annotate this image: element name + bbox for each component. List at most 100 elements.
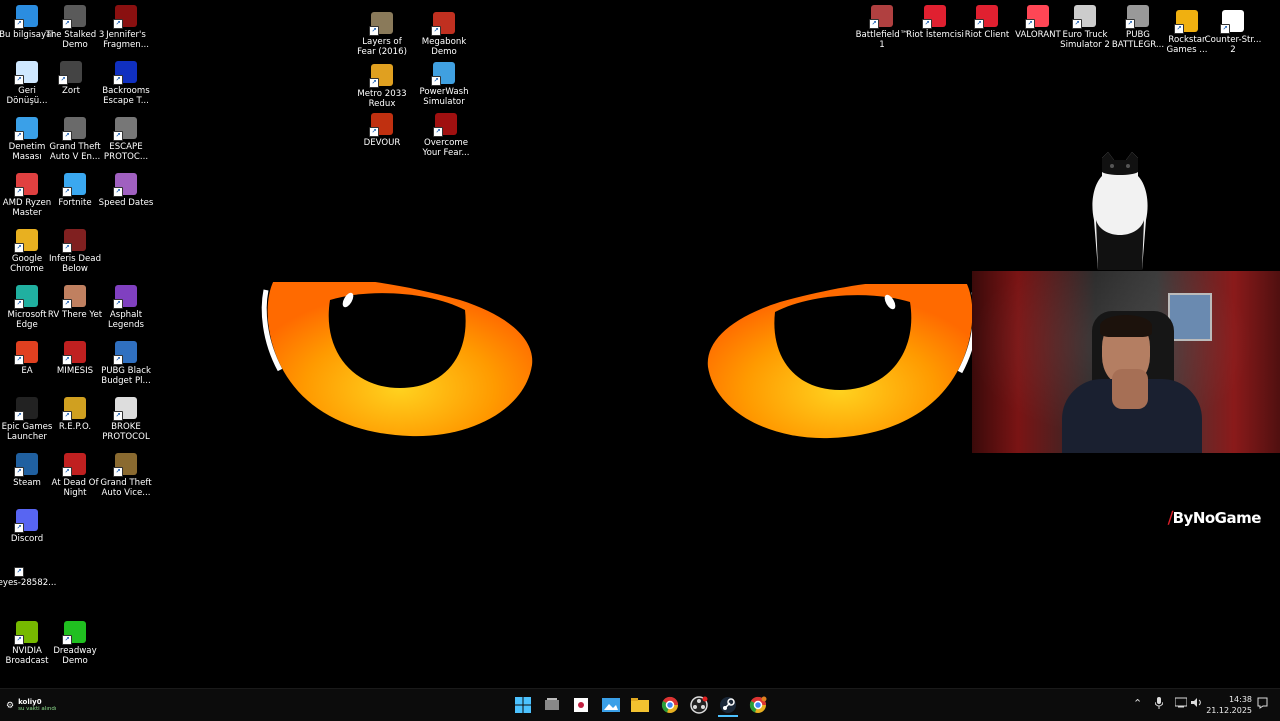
- start-button[interactable]: [513, 695, 533, 715]
- shortcut-arrow-icon: ↗: [869, 19, 879, 29]
- photos-icon: [602, 698, 620, 712]
- desktop-shortcut[interactable]: ↗ Dreadway Demo: [48, 621, 102, 666]
- desktop-shortcut-label: DEVOUR: [363, 138, 401, 148]
- desktop-shortcut[interactable]: ↗ eyes-28582...: [0, 553, 56, 588]
- game-icon: ↗: [62, 285, 86, 309]
- shortcut-arrow-icon: ↗: [431, 26, 441, 36]
- taskbar-app-photos[interactable]: [601, 695, 621, 715]
- shortcut-arrow-icon: ↗: [1174, 24, 1184, 34]
- desktop-shortcut[interactable]: ↗ AMD Ryzen Master: [0, 173, 54, 218]
- desktop-shortcut[interactable]: ↗ Grand Theft Auto V En...: [48, 117, 102, 162]
- desktop-shortcut[interactable]: ↗ At Dead Of Night: [48, 453, 102, 498]
- desktop-shortcut[interactable]: ↗ Microsoft Edge: [0, 285, 54, 330]
- shortcut-arrow-icon: ↗: [14, 299, 24, 309]
- streamer-widget: ⚙ koliy0 su vakti alındı: [6, 698, 56, 713]
- game-icon: ↗: [58, 61, 82, 85]
- game-icon: ↗: [431, 12, 455, 36]
- game-icon: ↗: [113, 173, 137, 197]
- desktop-shortcut[interactable]: ↗ Layers of Fear (2016): [355, 12, 409, 57]
- microphone-button[interactable]: [1154, 697, 1164, 712]
- notifications-button[interactable]: [1257, 697, 1268, 712]
- desktop-shortcut-label: Megabonk Demo: [421, 37, 467, 57]
- desktop-shortcut[interactable]: ↗ DEVOUR: [355, 113, 409, 148]
- desktop-shortcut-label: Overcome Your Fear...: [422, 138, 470, 158]
- shortcut-arrow-icon: ↗: [1072, 19, 1082, 29]
- monitor-icon: ↗: [14, 5, 38, 29]
- clock-date: 21.12.2025: [1206, 706, 1252, 715]
- taskbar-app-file-explorer[interactable]: [630, 695, 650, 715]
- desktop-shortcut[interactable]: ↗ Counter-Str... 2: [1204, 10, 1262, 55]
- show-hidden-icons-button[interactable]: ⌃: [1133, 697, 1142, 710]
- game-icon: ↗: [62, 397, 86, 421]
- desktop-shortcut[interactable]: ↗ R.E.P.O.: [48, 397, 102, 432]
- desktop-shortcut[interactable]: ↗ RV There Yet: [48, 285, 102, 320]
- image-file-icon: ↗: [14, 553, 38, 577]
- shortcut-arrow-icon: ↗: [62, 355, 72, 365]
- volume-button[interactable]: [1191, 697, 1203, 711]
- desktop-shortcut-label: Battlefield™ 1: [855, 30, 909, 50]
- desktop-shortcut-label: Inferis Dead Below: [48, 254, 102, 274]
- desktop-shortcut[interactable]: ↗ ESCAPE PROTOC...: [99, 117, 153, 162]
- bynogame-brand: ⧸ByNoGame: [1168, 509, 1261, 527]
- shortcut-arrow-icon: ↗: [14, 467, 24, 477]
- task-view-button[interactable]: [542, 695, 562, 715]
- system-clock[interactable]: 14:38 21.12.2025: [1206, 694, 1252, 716]
- desktop-shortcut[interactable]: ↗ Battlefield™ 1: [855, 5, 909, 50]
- network-button[interactable]: [1174, 697, 1188, 711]
- desktop-shortcut[interactable]: ↗ Zort: [44, 61, 98, 96]
- shortcut-arrow-icon: ↗: [113, 75, 123, 85]
- shortcut-arrow-icon: ↗: [62, 467, 72, 477]
- desktop-shortcut[interactable]: ↗ Euro Truck Simulator 2: [1058, 5, 1112, 50]
- shortcut-arrow-icon: ↗: [113, 355, 123, 365]
- desktop-shortcut[interactable]: ↗ BROKE PROTOCOL: [99, 397, 153, 442]
- game-icon: ↗: [369, 12, 393, 36]
- desktop-shortcut[interactable]: ↗ Speed Dates: [99, 173, 153, 208]
- shortcut-arrow-icon: ↗: [62, 411, 72, 421]
- shortcut-arrow-icon: ↗: [431, 76, 441, 86]
- game-icon: ↗: [369, 64, 393, 88]
- nvidia-icon: ↗: [14, 621, 38, 645]
- shortcut-arrow-icon: ↗: [922, 19, 932, 29]
- shortcut-arrow-icon: ↗: [14, 75, 24, 85]
- desktop-shortcut[interactable]: ↗ Backrooms Escape T...: [99, 61, 153, 106]
- desktop-shortcut[interactable]: ↗ Metro 2033 Redux: [355, 64, 409, 109]
- taskbar-app-obs[interactable]: [689, 695, 709, 715]
- shortcut-arrow-icon: ↗: [1125, 19, 1135, 29]
- desktop-shortcut-label: Dreadway Demo: [53, 646, 97, 666]
- desktop-shortcut[interactable]: ↗ Discord: [0, 509, 54, 544]
- user-dot-icon: ⚙: [6, 700, 15, 711]
- desktop-shortcut[interactable]: ↗ Overcome Your Fear...: [419, 113, 473, 158]
- game-icon: ↗: [113, 285, 137, 309]
- shortcut-arrow-icon: ↗: [369, 26, 379, 36]
- desktop-shortcut[interactable]: ↗ The Stalked 3 Demo: [46, 5, 104, 50]
- desktop-shortcut[interactable]: ↗ Fortnite: [48, 173, 102, 208]
- shortcut-arrow-icon: ↗: [433, 127, 443, 137]
- desktop-shortcut[interactable]: ↗ Riot Client: [960, 5, 1014, 40]
- desktop-shortcut[interactable]: ↗ Epic Games Launcher: [0, 397, 54, 442]
- desktop-shortcut[interactable]: ↗ Riot İstemcisi: [906, 5, 964, 40]
- desktop-shortcut[interactable]: ↗ Asphalt Legends: [99, 285, 153, 330]
- taskbar-app-chrome-2[interactable]: [748, 695, 768, 715]
- desktop-shortcut[interactable]: ↗ MIMESIS: [48, 341, 102, 376]
- desktop-shortcut[interactable]: ↗ Grand Theft Auto Vice...: [99, 453, 153, 498]
- desktop-shortcut[interactable]: ↗ Megabonk Demo: [417, 12, 471, 57]
- riot-icon: ↗: [974, 5, 998, 29]
- desktop-shortcut-label: Euro Truck Simulator 2: [1060, 30, 1110, 50]
- desktop-shortcut-label: ESCAPE PROTOC...: [103, 142, 149, 162]
- task-view-icon: [545, 698, 559, 710]
- game-icon: ↗: [62, 621, 86, 645]
- desktop-shortcut[interactable]: ↗ PowerWash Simulator: [417, 62, 471, 107]
- taskbar-app-chrome[interactable]: [660, 695, 680, 715]
- taskbar-app-steam[interactable]: [718, 695, 738, 717]
- rockstar-icon: ↗: [1174, 10, 1198, 34]
- taskbar-app-screenshot[interactable]: [571, 695, 591, 715]
- desktop-shortcut[interactable]: ↗ Jennifer's Fragmen...: [99, 5, 153, 50]
- shortcut-arrow-icon: ↗: [369, 78, 379, 88]
- desktop-shortcut[interactable]: ↗ Inferis Dead Below: [48, 229, 102, 274]
- desktop-shortcut-label: Counter-Str... 2: [1204, 35, 1262, 55]
- control-panel-icon: ↗: [14, 117, 38, 141]
- gta-icon: ↗: [113, 453, 137, 477]
- desktop-shortcut[interactable]: ↗ PUBG Black Budget Pl...: [99, 341, 153, 386]
- shortcut-arrow-icon: ↗: [14, 523, 24, 533]
- network-icon: [1174, 697, 1188, 708]
